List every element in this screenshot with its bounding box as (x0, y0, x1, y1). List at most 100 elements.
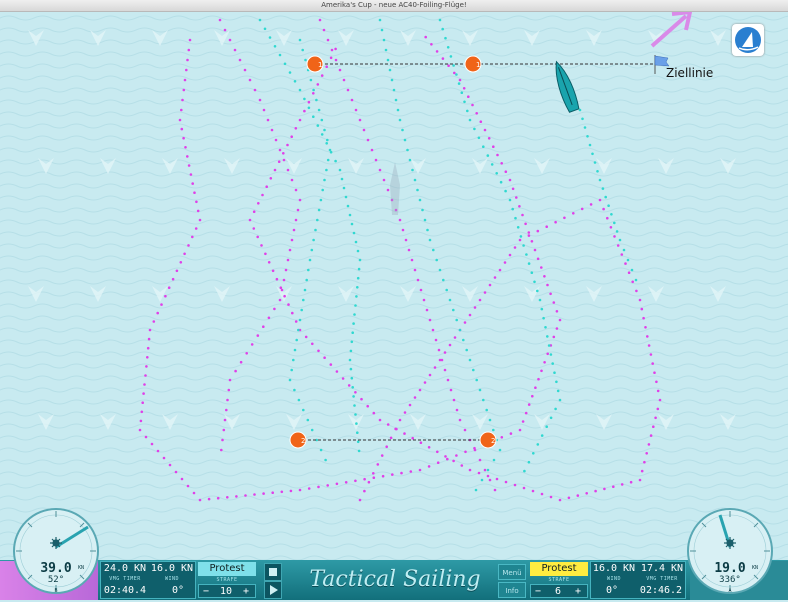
track-dot (400, 471, 403, 475)
right-protest-button[interactable]: Protest (530, 562, 588, 576)
track-dot (487, 137, 491, 140)
track-dot (350, 222, 354, 226)
track-dot (398, 118, 402, 122)
buoy-icon[interactable]: 1 (464, 55, 482, 73)
buoy-icon[interactable]: 1 (306, 55, 324, 73)
track-dot (618, 238, 622, 242)
left-penalty-minus[interactable]: − (199, 585, 213, 599)
track-dot (654, 416, 657, 420)
track-dot (500, 162, 504, 165)
race-course[interactable]: 1 1 2 2 (0, 12, 788, 560)
track-dot (474, 488, 478, 492)
track-dot (186, 58, 189, 62)
track-dot (434, 338, 438, 342)
track-dot (482, 145, 485, 148)
track-dot (140, 410, 144, 414)
track-dot (477, 136, 481, 140)
track-dot (516, 226, 520, 229)
track-dot (286, 168, 290, 172)
track-dot (532, 452, 535, 455)
right-penalty-minus[interactable]: − (531, 585, 545, 599)
track-dot (588, 143, 592, 147)
track-dot (546, 352, 549, 356)
stop-button[interactable] (264, 563, 282, 581)
track-dot (374, 158, 378, 162)
track-dot (268, 36, 272, 39)
right-gauge-letter: A (728, 588, 732, 594)
track-dot (326, 158, 330, 162)
track-dot (338, 168, 342, 172)
track-dot (324, 458, 327, 462)
track-dot (188, 38, 192, 42)
track-dot (468, 358, 472, 362)
track-dot (490, 163, 494, 166)
right-angle: 0° (605, 585, 619, 596)
track-dot (245, 352, 248, 355)
track-dot (293, 388, 296, 392)
track-dot (640, 307, 644, 311)
track-dot (536, 229, 540, 233)
track-dot (554, 407, 557, 411)
track-dot (436, 450, 439, 454)
track-dot (372, 472, 375, 475)
track-dot (428, 238, 432, 242)
track-dot (316, 83, 320, 86)
left-wind-label: WIND (164, 576, 180, 582)
track-dot (329, 150, 333, 154)
track-dot (425, 308, 429, 312)
track-dot (150, 442, 154, 446)
track-dot (317, 208, 321, 212)
buoy-icon[interactable]: 2 (289, 431, 307, 449)
window-title: Amerika's Cup - neue AC40-Foiling-Flüge! (0, 0, 788, 12)
left-protest-button[interactable]: Protest (198, 562, 256, 576)
track-dot (483, 468, 487, 472)
track-dot (527, 460, 531, 464)
track-dot (320, 74, 324, 77)
track-dot (295, 338, 299, 342)
buoy-icon[interactable]: 2 (479, 431, 497, 449)
track-dot (303, 109, 306, 113)
track-dot (325, 142, 329, 145)
track-dot (316, 218, 319, 222)
right-penalty-label: STRAFE (548, 577, 570, 583)
track-dot (304, 58, 307, 62)
menu-button[interactable]: Menü (498, 564, 526, 580)
track-dot (198, 498, 202, 502)
track-dot (187, 164, 191, 167)
track-dot (356, 249, 360, 253)
track-dot (576, 494, 580, 497)
track-dot (352, 231, 356, 235)
track-dot (444, 455, 447, 458)
left-penalty-stepper: −10 + (198, 584, 256, 598)
track-dot (320, 133, 324, 136)
track-dot (141, 401, 144, 405)
right-penalty-plus[interactable]: + (571, 585, 585, 599)
left-penalty-plus[interactable]: + (239, 585, 253, 599)
track-dot (367, 480, 371, 484)
play-button[interactable] (264, 581, 282, 599)
track-dot (441, 27, 445, 31)
track-dot (527, 231, 531, 234)
track-dot (446, 457, 449, 461)
track-dot (348, 213, 352, 217)
track-dot (218, 18, 222, 22)
track-dot (638, 298, 642, 302)
track-dot (239, 360, 243, 364)
track-dot (435, 258, 439, 262)
track-dot (518, 205, 521, 208)
track-dot (467, 95, 470, 98)
track-dot (403, 411, 407, 414)
info-button[interactable]: Info (498, 582, 526, 598)
left-speed-unit: KN (77, 565, 85, 571)
track-dot (536, 289, 539, 293)
app-logo-icon[interactable] (732, 24, 764, 56)
track-dot (404, 238, 408, 242)
track-dot (513, 246, 517, 249)
track-dot (282, 158, 286, 162)
track-dot (180, 127, 184, 131)
track-dot (334, 47, 337, 51)
left-vmg-value: 24.0 KN (103, 563, 147, 574)
track-dot (278, 298, 282, 302)
track-dot (144, 435, 148, 439)
track-dot (443, 368, 447, 372)
